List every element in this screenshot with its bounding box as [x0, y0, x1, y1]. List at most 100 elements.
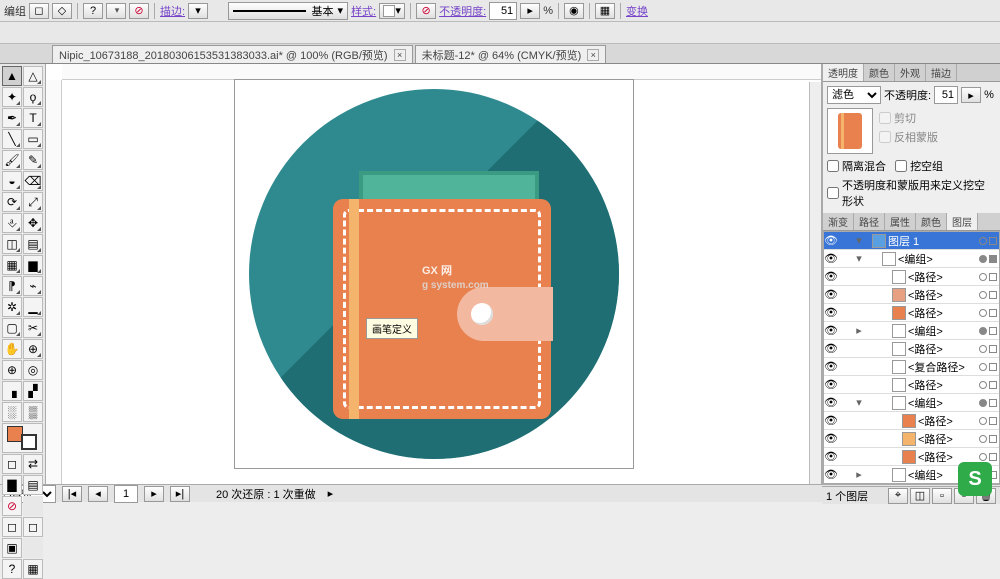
- target-icon[interactable]: [979, 381, 987, 389]
- hand-tool[interactable]: ✋: [2, 339, 22, 359]
- layer-row[interactable]: 👁<路径>: [824, 268, 999, 286]
- gradient-mode[interactable]: ▤: [23, 475, 43, 495]
- selection-indicator[interactable]: [989, 273, 997, 281]
- canvas-area[interactable]: 画笔定义 GX 网 g system.com: [46, 64, 822, 484]
- selection-indicator[interactable]: [989, 399, 997, 407]
- isolate-blending-checkbox[interactable]: 隔离混合: [827, 158, 886, 174]
- target-icon[interactable]: [979, 345, 987, 353]
- disclosure-triangle-icon[interactable]: ▾: [854, 252, 864, 265]
- style-swatch-dropdown[interactable]: ▾: [379, 3, 405, 19]
- visibility-toggle-icon[interactable]: 👁: [824, 342, 838, 355]
- selection-indicator[interactable]: [989, 453, 997, 461]
- symbol-sprayer-tool[interactable]: ✲: [2, 297, 22, 317]
- next-artboard-button[interactable]: ▸: [144, 486, 164, 502]
- blend-mode-select[interactable]: 滤色: [827, 86, 881, 104]
- pen-tool[interactable]: ✒: [2, 108, 22, 128]
- layer-row[interactable]: 👁<路径>: [824, 286, 999, 304]
- none-mode[interactable]: ⊘: [2, 496, 22, 516]
- misc-tool-2[interactable]: ░: [2, 402, 22, 422]
- width-tool[interactable]: ⎀: [2, 213, 22, 233]
- layer-row[interactable]: 👁<路径>: [824, 376, 999, 394]
- last-artboard-button[interactable]: ▸|: [170, 486, 190, 502]
- panel-tab-gradient[interactable]: 渐变: [823, 213, 854, 230]
- cross-tool[interactable]: ⊕: [2, 360, 22, 380]
- eraser-tool[interactable]: ⌫: [23, 171, 43, 191]
- visibility-toggle-icon[interactable]: 👁: [824, 234, 838, 247]
- selection-tool[interactable]: ▲: [2, 66, 22, 86]
- default-fill-stroke[interactable]: ◻: [2, 454, 22, 474]
- selection-indicator[interactable]: [989, 255, 997, 263]
- misc-tool[interactable]: ▞: [23, 381, 43, 401]
- type-tool[interactable]: T: [23, 108, 43, 128]
- target-icon[interactable]: [979, 273, 987, 281]
- lasso-tool[interactable]: ϙ: [23, 87, 43, 107]
- visibility-toggle-icon[interactable]: 👁: [824, 270, 838, 283]
- selection-indicator[interactable]: [989, 309, 997, 317]
- target-icon[interactable]: [979, 327, 987, 335]
- knockout-group-checkbox[interactable]: 挖空组: [895, 158, 943, 174]
- draw-normal[interactable]: ◻: [2, 517, 22, 537]
- panel-tab-attributes[interactable]: 属性: [885, 213, 916, 230]
- canvas-scrollbar-vertical[interactable]: [809, 82, 821, 484]
- disclosure-triangle-icon[interactable]: ▸: [854, 468, 864, 481]
- ruler-horizontal[interactable]: [62, 64, 821, 80]
- layer-row[interactable]: 👁▾图层 1: [824, 232, 999, 250]
- layer-row[interactable]: 👁<复合路径>: [824, 358, 999, 376]
- visibility-toggle-icon[interactable]: 👁: [824, 468, 838, 481]
- graph-tool[interactable]: ▗: [2, 381, 22, 401]
- layer-row[interactable]: 👁<路径>: [824, 340, 999, 358]
- recolor-button[interactable]: ◉: [564, 3, 584, 19]
- target-icon[interactable]: [979, 363, 987, 371]
- opacity-mask-define-checkbox[interactable]: 不透明度和蒙版用来定义挖空形状: [827, 177, 990, 209]
- help-tool[interactable]: ?: [2, 559, 22, 579]
- scale-tool[interactable]: ⤢: [23, 192, 43, 212]
- column-graph-tool[interactable]: ▁: [23, 297, 43, 317]
- paintbrush-tool[interactable]: 🖌: [2, 150, 22, 170]
- close-icon[interactable]: ×: [587, 49, 599, 61]
- anchor-smooth-button[interactable]: ◇: [52, 3, 72, 19]
- artboard-number-input[interactable]: [114, 485, 138, 503]
- panel-opacity-input[interactable]: [934, 86, 958, 104]
- disclosure-triangle-icon[interactable]: ▸: [854, 324, 864, 337]
- visibility-toggle-icon[interactable]: 👁: [824, 396, 838, 409]
- target-icon[interactable]: [979, 435, 987, 443]
- visibility-toggle-icon[interactable]: 👁: [824, 414, 838, 427]
- prev-artboard-button[interactable]: ◂: [88, 486, 108, 502]
- ruler-vertical[interactable]: [46, 80, 62, 484]
- panel-tab-color[interactable]: 颜色: [864, 64, 895, 81]
- target-icon[interactable]: [979, 417, 987, 425]
- help-dropdown[interactable]: [106, 3, 126, 19]
- selection-indicator[interactable]: [989, 381, 997, 389]
- fill-stroke-proxy[interactable]: [2, 423, 43, 453]
- close-icon[interactable]: ×: [394, 49, 406, 61]
- selection-indicator[interactable]: [989, 291, 997, 299]
- layer-row[interactable]: 👁<路径>: [824, 412, 999, 430]
- slice-tool[interactable]: ✂: [23, 318, 43, 338]
- grid-tool[interactable]: ▦: [23, 559, 43, 579]
- screen-mode[interactable]: ▣: [2, 538, 22, 558]
- panel-tab-transparency[interactable]: 透明度: [823, 64, 864, 81]
- misc-tool-3[interactable]: ▒: [23, 402, 43, 422]
- layer-row[interactable]: 👁<路径>: [824, 430, 999, 448]
- swap-fill-stroke[interactable]: ⇄: [23, 454, 43, 474]
- color-mode[interactable]: ▇: [2, 475, 22, 495]
- target-icon[interactable]: [979, 309, 987, 317]
- zoom-tool[interactable]: ⊕: [23, 339, 43, 359]
- disclosure-triangle-icon[interactable]: ▾: [854, 234, 864, 247]
- opacity-link[interactable]: 不透明度:: [439, 3, 486, 19]
- visibility-toggle-icon[interactable]: 👁: [824, 324, 838, 337]
- selection-indicator[interactable]: [989, 237, 997, 245]
- visibility-toggle-icon[interactable]: 👁: [824, 288, 838, 301]
- visibility-toggle-icon[interactable]: 👁: [824, 378, 838, 391]
- blob-brush-tool[interactable]: ◒: [2, 171, 22, 191]
- target-icon[interactable]: [979, 399, 987, 407]
- magic-wand-tool[interactable]: ✦: [2, 87, 22, 107]
- style-link[interactable]: 样式:: [351, 3, 376, 19]
- document-tab-1[interactable]: Nipic_10673188_20180306153531383033.ai* …: [52, 45, 413, 63]
- blend-tool[interactable]: ⌁: [23, 276, 43, 296]
- target-tool[interactable]: ◎: [23, 360, 43, 380]
- selection-indicator[interactable]: [989, 345, 997, 353]
- visibility-toggle-icon[interactable]: 👁: [824, 252, 838, 265]
- first-artboard-button[interactable]: |◂: [62, 486, 82, 502]
- visibility-toggle-icon[interactable]: 👁: [824, 306, 838, 319]
